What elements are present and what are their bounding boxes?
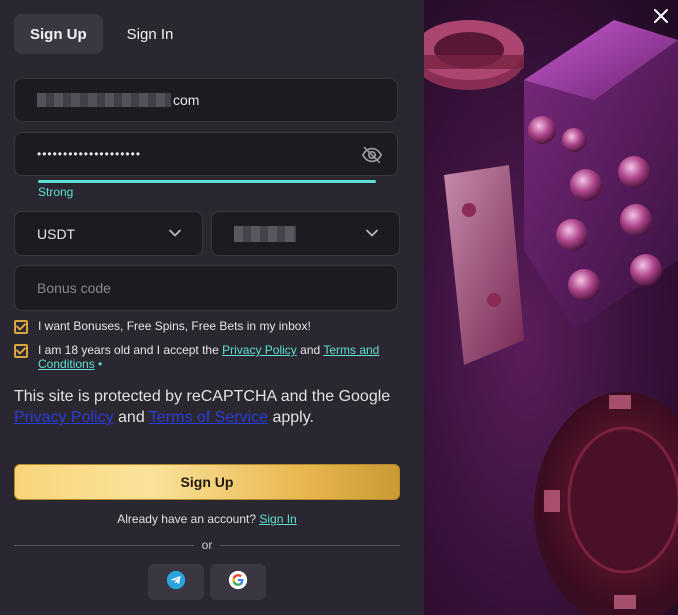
google-login-button[interactable] [210, 564, 266, 600]
bonuses-consent-row: I want Bonuses, Free Spins, Free Bets in… [14, 319, 311, 334]
signup-button[interactable]: Sign Up [14, 464, 400, 500]
currency-select[interactable]: USDT [14, 211, 203, 256]
close-icon[interactable] [652, 7, 670, 25]
password-value: •••••••••••••••••••• [37, 147, 142, 161]
eye-slash-icon[interactable] [361, 144, 383, 166]
required-mark: • [98, 357, 103, 371]
or-divider: or [14, 538, 400, 552]
country-redacted [234, 225, 296, 242]
email-suffix: com [173, 92, 200, 108]
tab-signin[interactable]: Sign In [111, 14, 190, 54]
tab-signup[interactable]: Sign Up [14, 14, 103, 54]
google-icon [228, 570, 248, 595]
age-checkbox[interactable] [14, 344, 28, 358]
telegram-login-button[interactable] [148, 564, 204, 600]
password-strength-label: Strong [38, 185, 74, 199]
country-select[interactable] [211, 211, 400, 256]
bonuses-consent-label: I want Bonuses, Free Spins, Free Bets in… [38, 319, 311, 333]
currency-value: USDT [37, 225, 76, 242]
email-redacted [37, 93, 171, 107]
bonus-code-placeholder: Bonus code [37, 280, 111, 296]
dice-and-chips-illustration [424, 20, 678, 615]
telegram-icon [166, 570, 186, 595]
signin-link[interactable]: Sign In [259, 512, 296, 526]
chevron-down-icon [365, 226, 379, 240]
bonuses-checkbox[interactable] [14, 320, 28, 334]
age-consent-label: I am 18 years old and I accept the Priva… [38, 343, 394, 371]
auth-tabs: Sign Up Sign In [14, 14, 189, 54]
password-strength-bar [38, 180, 376, 183]
bonus-code-field[interactable]: Bonus code [14, 265, 398, 311]
privacy-policy-link[interactable]: Privacy Policy [222, 343, 297, 357]
recaptcha-text: This site is protected by reCAPTCHA and … [14, 388, 391, 405]
already-account-text: Already have an account? Sign In [0, 512, 414, 526]
age-consent-row: I am 18 years old and I accept the Priva… [14, 343, 394, 371]
already-account-label: Already have an account? [117, 512, 257, 526]
recaptcha-apply: apply. [272, 409, 314, 426]
recaptcha-notice: This site is protected by reCAPTCHA and … [14, 386, 414, 428]
google-terms-link[interactable]: Terms of Service [149, 409, 268, 426]
google-privacy-link[interactable]: Privacy Policy [14, 409, 114, 426]
chevron-down-icon [168, 226, 182, 240]
promo-image [424, 0, 678, 615]
password-field[interactable]: •••••••••••••••••••• [14, 132, 398, 176]
recaptcha-and: and [118, 409, 145, 426]
email-field[interactable]: com [14, 78, 398, 122]
divider-line-right [220, 545, 400, 546]
age-consent-and: and [300, 343, 321, 357]
signup-panel: Sign Up Sign In com ••••••••••••••••••••… [0, 0, 424, 615]
age-consent-prefix: I am 18 years old and I accept the [38, 343, 219, 357]
